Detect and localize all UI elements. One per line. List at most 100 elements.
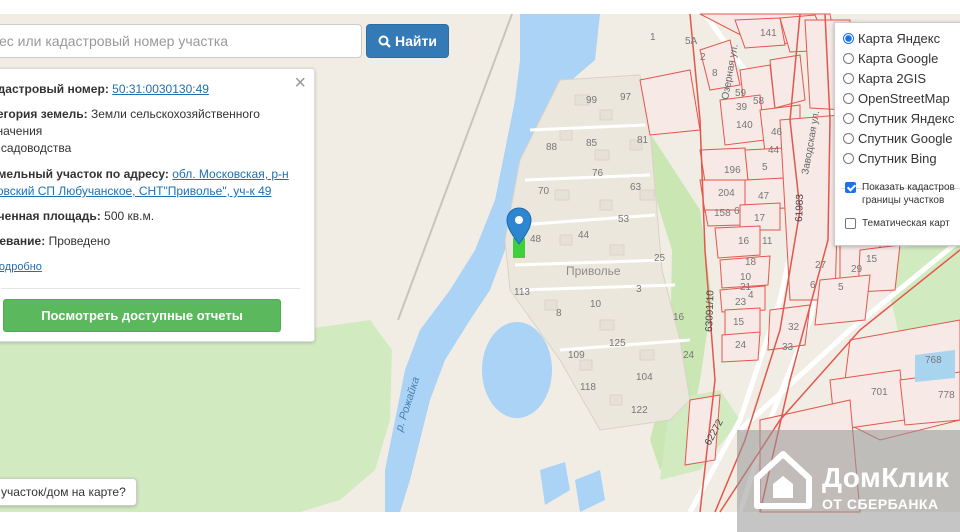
layer-option-label: Спутник Яндекс [858,111,955,126]
layer-option-osm[interactable]: OpenStreetMap [843,91,950,106]
pond [482,322,552,418]
show-cadastral-checkbox-row[interactable]: Показать кадастров границы участков [845,181,955,207]
plot-label: 24 [683,350,695,361]
plot-label: 3 [636,284,642,295]
cadastral-label: адастровый номер: [0,82,109,96]
plot-label: 58 [753,96,765,107]
plot-label: 1 [650,32,656,43]
plot-label: 88 [546,142,558,153]
plot-label: 2 [700,52,706,63]
plot-label: 122 [631,405,648,416]
layer-option-label: Карта 2GIS [858,71,927,86]
plot-label: 23 [735,297,747,308]
plot-label: 59 [735,88,747,99]
domclick-watermark: ДомКлик ОТ СБЕРБАНКА [737,430,960,532]
close-icon[interactable]: × [294,73,306,93]
address-label: емельный участок по адресу: [0,167,169,181]
area-value: 500 кв.м. [104,209,155,223]
layer-option-bing-satellite[interactable]: Спутник Bing [843,151,937,166]
plot-label: 140 [736,120,753,131]
plot-label: 76 [592,168,604,179]
plot-label: 24 [735,340,747,351]
plot-label: 16 [673,312,685,323]
category-value-line3: я садоводства [0,141,72,155]
plot-label: 15 [866,254,878,265]
area-label: ученная площадь: [0,209,101,223]
checkbox-icon[interactable] [845,218,856,229]
layer-option-label: Спутник Google [858,131,953,146]
panel-divider [1,288,300,289]
layer-option-label: Спутник Bing [858,151,937,166]
layer-option-yandex-map[interactable]: Карта Яндекс [843,31,940,46]
settlement-label: Приволье [566,264,621,278]
category-label: тегория земель: [0,107,88,121]
show-cadastral-label: Показать кадастров границы участков [862,182,955,206]
radio-icon[interactable] [843,73,854,84]
address-row-line2: ховский СП Любучанское, СНТ"Приволье", у… [0,183,271,200]
search-icon [378,35,391,48]
plot-label: 97 [620,92,632,103]
plot-label: 4 [748,290,754,301]
search-button[interactable]: Найти [366,24,449,58]
thematic-label: Тематическая карт [862,218,950,229]
plot-label: 48 [530,234,542,245]
watermark-title: ДомКлик [822,462,950,493]
radio-selected-icon[interactable] [843,33,854,44]
plot-label: 15 [733,317,745,328]
plot-label: 113 [514,287,530,298]
plot-label: 5А [685,36,698,47]
plot-label: 5 [838,282,844,293]
map-top-strip [0,0,960,14]
details-link[interactable]: Подробно [0,261,42,273]
plot-label: 53 [618,214,630,225]
address-row: емельный участок по адресу: обл. Московс… [0,166,289,183]
plot-label: 25 [654,253,666,264]
address-link-line2[interactable]: ховский СП Любучанское, СНТ"Приволье", у… [0,184,271,198]
plot-label: 5 [762,162,768,173]
plot-label: 44 [578,230,590,241]
radio-icon[interactable] [843,133,854,144]
cadastral-link[interactable]: 50:31:0030130:49 [112,82,209,96]
layer-option-2gis-map[interactable]: Карта 2GIS [843,71,926,86]
layer-option-google-map[interactable]: Карта Google [843,51,938,66]
layer-option-yandex-satellite[interactable]: Спутник Яндекс [843,111,954,126]
address-link[interactable]: обл. Московская, р-н [172,167,288,181]
plot-label: 29 [851,264,863,275]
plot-label: 39 [736,102,748,113]
radio-icon[interactable] [843,153,854,164]
search-input[interactable]: ес или кадастровый номер участка [0,24,362,58]
plot-label: 158 [714,208,731,219]
plot-label: 46 [771,127,783,138]
plot-label: 6 [810,280,816,291]
survey-label: жевание: [0,234,46,248]
radio-icon[interactable] [843,113,854,124]
plot-label: 33 [782,342,794,353]
plot-label: 99 [586,95,598,106]
radio-icon[interactable] [843,93,854,104]
plot-label: 701 [871,387,888,398]
plot-label: 32 [788,322,800,333]
view-reports-button[interactable]: Посмотреть доступные отчеты [3,299,281,332]
thematic-checkbox-row[interactable]: Тематическая карт [845,217,950,230]
plot-label: 11 [762,236,773,247]
layer-option-label: OpenStreetMap [858,91,950,106]
plot-label: 8 [712,68,718,79]
find-parcel-button[interactable]: участок/дом на карте? [0,478,137,506]
cadastral-number-label: 63091/10 [704,290,716,333]
plot-label: 125 [609,338,626,349]
plot-label: 17 [754,213,766,224]
plot-label: 196 [724,165,741,176]
plot-label: 141 [760,28,777,39]
watermark-subtitle: ОТ СБЕРБАНКА [822,496,939,512]
cadastral-number-label: 61983 [794,193,806,222]
plot-label: 18 [745,257,757,268]
checkbox-checked-icon[interactable] [845,182,856,193]
search-button-label: Найти [395,33,437,49]
layer-option-label: Карта Яндекс [858,31,941,46]
layer-option-google-satellite[interactable]: Спутник Google [843,131,953,146]
plot-label: 70 [538,186,550,197]
radio-icon[interactable] [843,53,854,64]
plot-label: 104 [636,372,653,383]
domclick-logo-icon [754,451,812,509]
survey-row: жевание: Проведено [0,233,110,250]
